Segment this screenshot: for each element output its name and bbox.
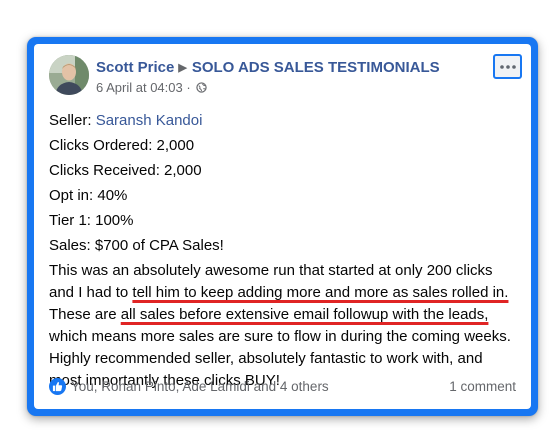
seller-link[interactable]: Saransh Kandoi [96,112,203,129]
clicks-ordered: Clicks Ordered: 2,000 [49,137,195,154]
highlighted-phrase-1: tell him to keep adding more and more as… [132,284,509,301]
highlight-frame: Scott Price ▶ SOLO ADS SALES TESTIMONIALS … [27,37,538,416]
more-options-icon [499,64,516,69]
like-icon [49,378,66,395]
post-card: Scott Price ▶ SOLO ADS SALES TESTIMONIALS … [34,44,531,409]
seller-label: Seller: [49,112,96,129]
highlighted-phrase-2: all sales before extensive email followu… [120,306,489,323]
post-header: Scott Price ▶ SOLO ADS SALES TESTIMONIALS [96,59,440,76]
post-footer: You, Rohan Pinto, Ade Lamidi and 4 other… [49,378,516,395]
testimonial-text: This was an absolutely awesome run that … [49,260,516,392]
sales-total: Sales: $700 of CPA Sales! [49,237,224,254]
group-name[interactable]: SOLO ADS SALES TESTIMONIALS [192,59,440,76]
avatar[interactable] [49,55,89,95]
post-meta: 6 April at 04:03 · [96,80,207,95]
seller-line: Seller: Saransh Kandoi [49,108,516,133]
tier1-rate: Tier 1: 100% [49,212,134,229]
globe-icon [196,81,207,93]
clicks-received: Clicks Received: 2,000 [49,162,202,179]
play-arrow-icon: ▶ [178,62,187,74]
reactions-text: You, Rohan Pinto, Ade Lamidi and 4 other… [71,379,329,394]
more-options-button[interactable] [493,54,522,79]
story-text-2: These are [49,306,121,323]
reactions-summary[interactable]: You, Rohan Pinto, Ade Lamidi and 4 other… [49,378,329,395]
opt-in-rate: Opt in: 40% [49,187,128,204]
post-body: Seller: Saransh Kandoi Clicks Ordered: 2… [49,108,516,392]
post-timestamp[interactable]: 6 April at 04:03 · [96,80,191,95]
comment-count[interactable]: 1 comment [449,379,516,394]
author-name[interactable]: Scott Price [96,59,174,76]
